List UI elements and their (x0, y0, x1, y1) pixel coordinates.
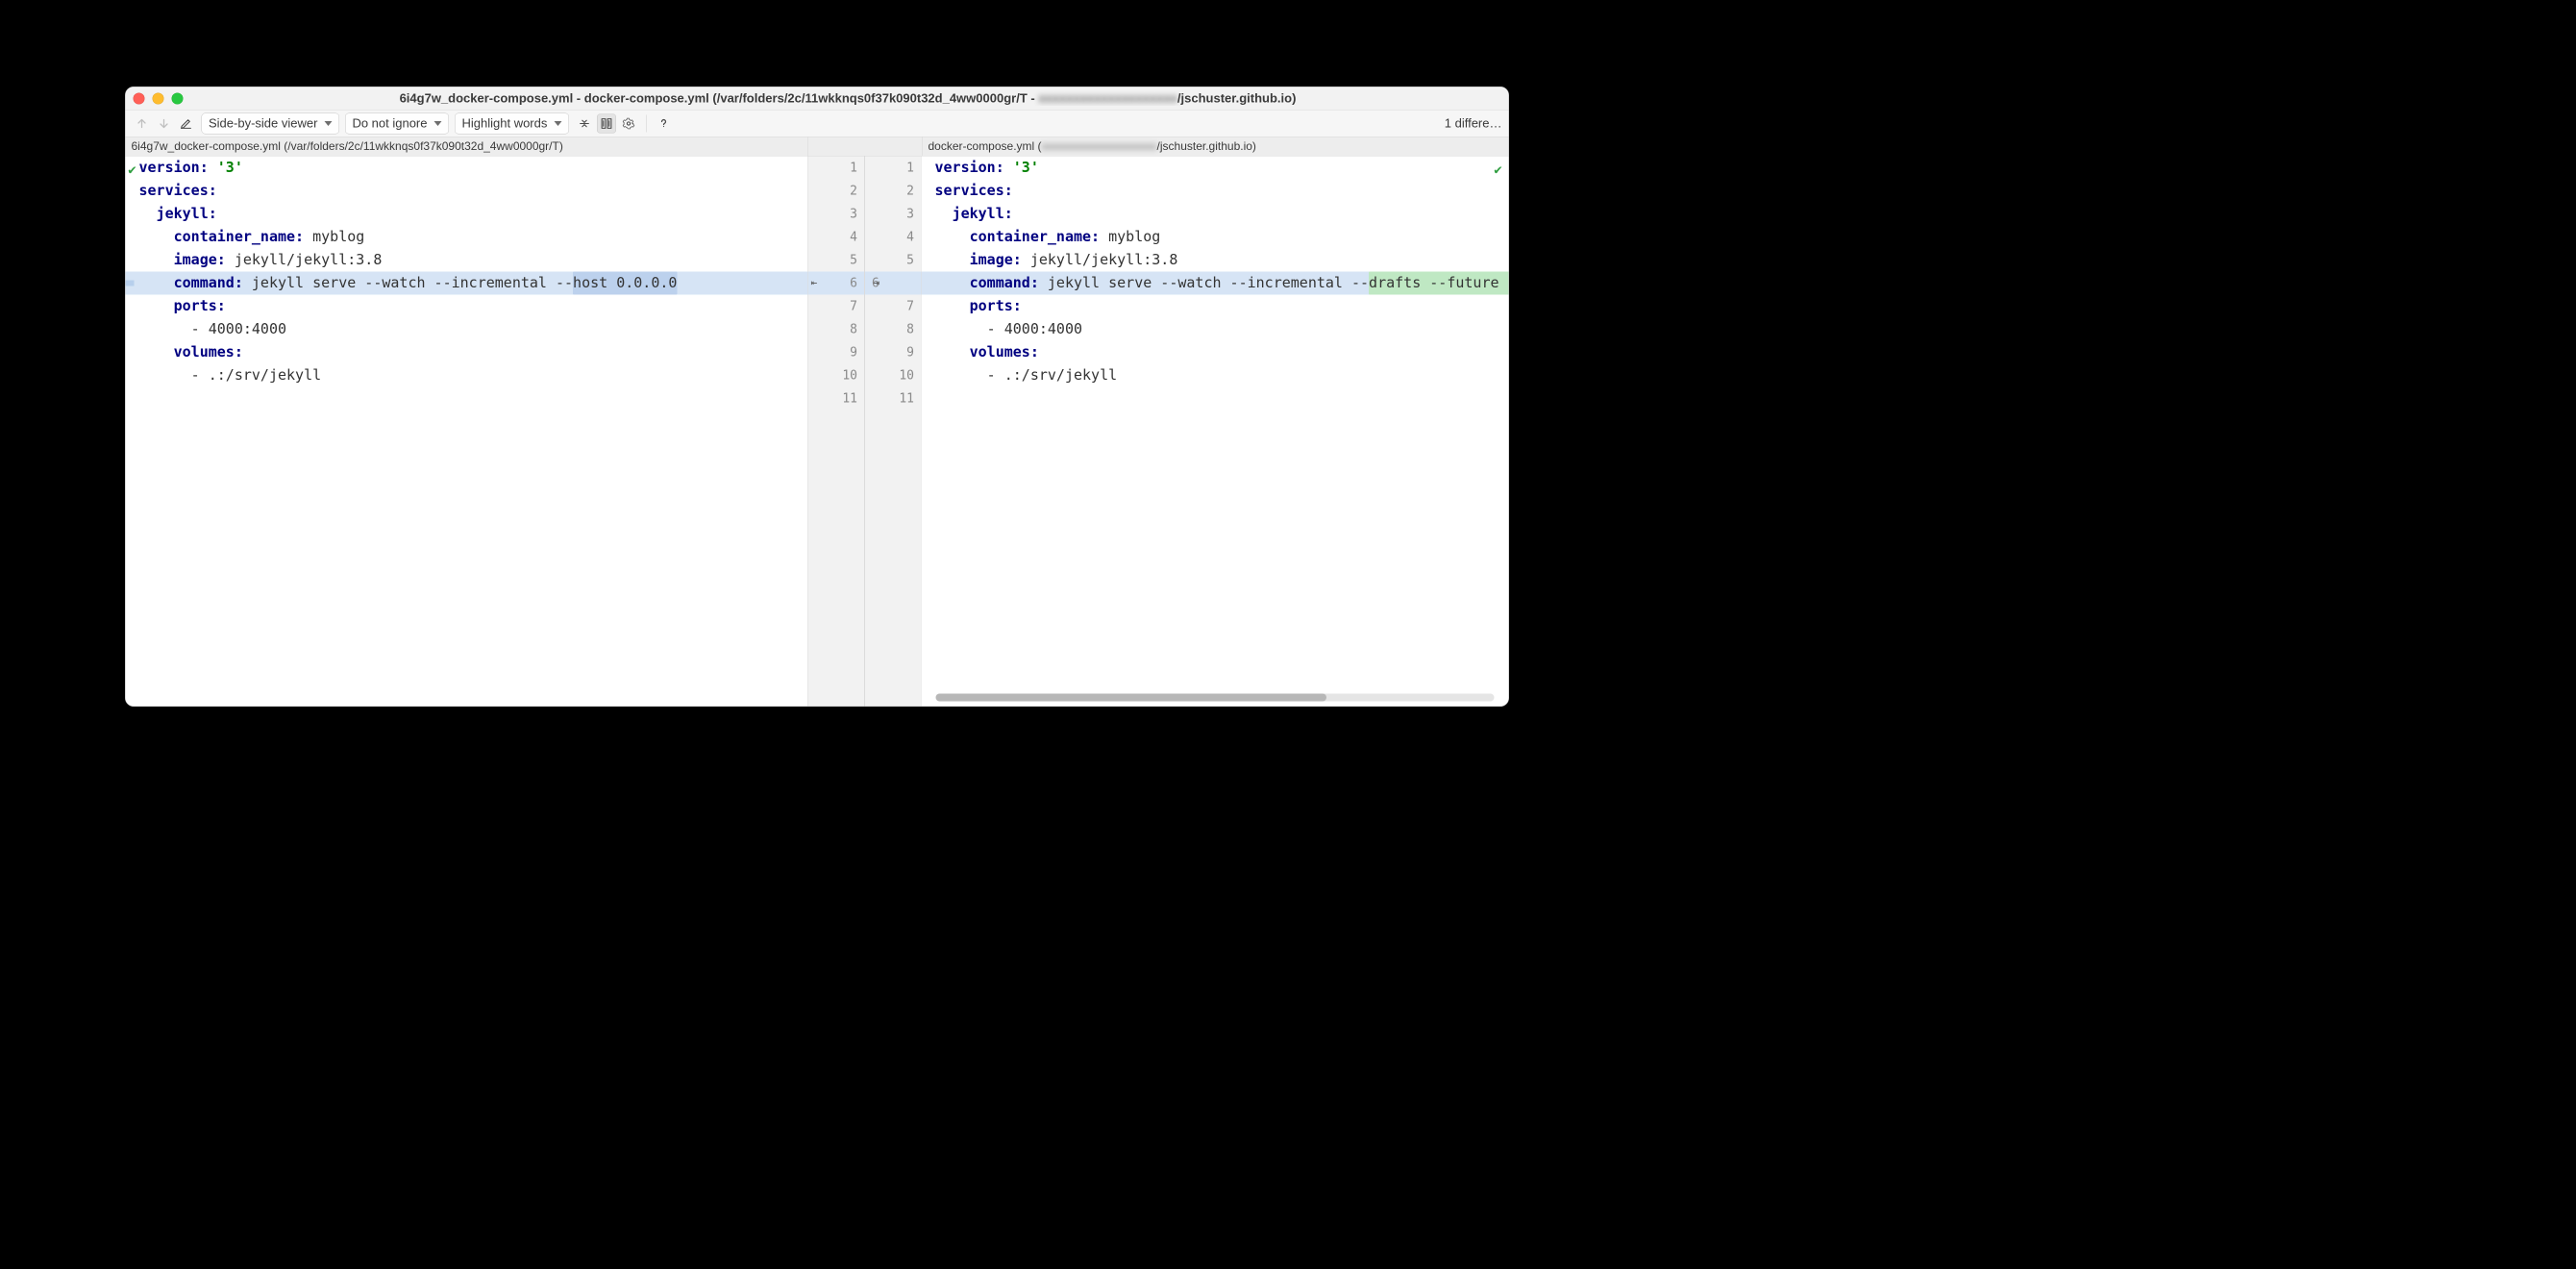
code-line[interactable]: ports: (922, 295, 1509, 318)
toolbar-separator (646, 114, 647, 132)
line-number: 5 (808, 249, 865, 272)
line-number: 3 (865, 203, 921, 226)
line-number: 8 (808, 318, 865, 341)
code-line[interactable]: volumes: (922, 341, 1509, 364)
toolbar: Side-by-side viewer Do not ignore Highli… (126, 111, 1509, 137)
code-line[interactable] (922, 387, 1509, 411)
prev-diff-button[interactable] (133, 113, 152, 133)
minimize-window-button[interactable] (153, 92, 164, 104)
code-line[interactable]: version: '3' (126, 157, 808, 180)
code-line[interactable]: image: jekyll/jekyll:3.8 (126, 249, 808, 272)
help-button[interactable] (654, 113, 673, 133)
line-number: 11 (865, 387, 921, 411)
right-file-path: docker-compose.yml (xxxxxxxxxxxxxxxxxxxx… (923, 137, 1509, 157)
right-gutter: 123456⇥7891011 (865, 157, 922, 707)
chevron-down-icon (554, 121, 561, 126)
scrollbar-thumb[interactable] (936, 694, 1327, 702)
line-number: 10 (865, 364, 921, 387)
line-number: 7 (865, 295, 921, 318)
right-file-path-redacted: xxxxxxxxxxxxxxxxxxxx (1042, 139, 1157, 153)
line-number: 2 (808, 180, 865, 203)
line-number: 6⇤ (808, 272, 865, 295)
edit-icon[interactable] (177, 113, 196, 133)
code-line[interactable]: image: jekyll/jekyll:3.8 (922, 249, 1509, 272)
line-number: 10 (808, 364, 865, 387)
window-title-right: /jschuster.github.io) (1177, 91, 1297, 106)
code-line[interactable]: - .:/srv/jekyll (126, 364, 808, 387)
code-line[interactable]: - .:/srv/jekyll (922, 364, 1509, 387)
line-number: 11 (808, 387, 865, 411)
diff-window: 6i4g7w_docker-compose.yml - docker-compo… (125, 87, 1509, 707)
viewer-mode-select[interactable]: Side-by-side viewer (202, 112, 339, 134)
collapse-unchanged-button[interactable] (575, 113, 594, 133)
file-paths-row: 6i4g7w_docker-compose.yml (/var/folders/… (126, 137, 1509, 157)
left-code: version: '3'services: jekyll: container_… (126, 157, 808, 411)
window-title-redacted: xxxxxxxxxxxxxxxxxxxx (1038, 91, 1177, 106)
window-title-left: 6i4g7w_docker-compose.yml - docker-compo… (400, 91, 1039, 106)
gutter-header (808, 137, 923, 157)
right-code: version: '3'services: jekyll: container_… (922, 157, 1509, 411)
code-line[interactable]: - 4000:4000 (922, 318, 1509, 341)
line-number: 1 (808, 157, 865, 180)
code-line[interactable] (126, 387, 808, 411)
line-number: 5 (865, 249, 921, 272)
code-line[interactable]: services: (922, 180, 1509, 203)
next-diff-button[interactable] (155, 113, 174, 133)
line-number: 8 (865, 318, 921, 341)
code-line[interactable]: command: jekyll serve --watch --incremen… (126, 272, 808, 295)
line-number: 6⇥ (865, 272, 921, 295)
window-title: 6i4g7w_docker-compose.yml - docker-compo… (195, 91, 1501, 107)
sync-scroll-button[interactable] (597, 113, 616, 133)
code-line[interactable]: jekyll: (922, 203, 1509, 226)
apply-left-icon: ⇤ (811, 272, 818, 295)
titlebar: 6i4g7w_docker-compose.yml - docker-compo… (126, 87, 1509, 111)
code-line[interactable]: version: '3' (922, 157, 1509, 180)
code-line[interactable]: ports: (126, 295, 808, 318)
line-number: 4 (808, 226, 865, 249)
close-window-button[interactable] (134, 92, 145, 104)
traffic-lights (134, 92, 184, 104)
line-number: 7 (808, 295, 865, 318)
code-line[interactable]: container_name: myblog (922, 226, 1509, 249)
code-line[interactable]: services: (126, 180, 808, 203)
line-number: 4 (865, 226, 921, 249)
right-file-path-a: docker-compose.yml ( (929, 139, 1042, 153)
code-line[interactable]: jekyll: (126, 203, 808, 226)
right-pane[interactable]: ✔ version: '3'services: jekyll: containe… (922, 157, 1509, 707)
left-change-marker (126, 281, 135, 286)
highlight-mode-label: Highlight words (461, 116, 547, 132)
viewer-mode-label: Side-by-side viewer (209, 116, 317, 132)
code-line[interactable]: container_name: myblog (126, 226, 808, 249)
apply-right-icon: ⇥ (873, 272, 879, 295)
code-line[interactable]: volumes: (126, 341, 808, 364)
line-number: 9 (865, 341, 921, 364)
horizontal-scrollbar[interactable] (936, 694, 1495, 702)
diff-count-label: 1 differe… (1445, 116, 1502, 132)
diff-body: ✔ version: '3'services: jekyll: containe… (126, 157, 1509, 707)
ignore-mode-label: Do not ignore (352, 116, 427, 132)
zoom-window-button[interactable] (172, 92, 184, 104)
chevron-down-icon (324, 121, 332, 126)
right-file-path-b: /jschuster.github.io) (1157, 139, 1256, 153)
left-file-path: 6i4g7w_docker-compose.yml (/var/folders/… (126, 137, 808, 157)
line-number: 1 (865, 157, 921, 180)
chevron-down-icon (433, 121, 441, 126)
ignore-mode-select[interactable]: Do not ignore (345, 112, 449, 134)
line-number: 3 (808, 203, 865, 226)
highlight-mode-select[interactable]: Highlight words (455, 112, 569, 134)
left-gutter: 123456⇤7891011 (808, 157, 865, 707)
line-number: 9 (808, 341, 865, 364)
left-pane[interactable]: ✔ version: '3'services: jekyll: containe… (126, 157, 808, 707)
code-line[interactable]: command: jekyll serve --watch --incremen… (922, 272, 1509, 295)
code-line[interactable]: - 4000:4000 (126, 318, 808, 341)
settings-button[interactable] (619, 113, 638, 133)
line-number: 2 (865, 180, 921, 203)
